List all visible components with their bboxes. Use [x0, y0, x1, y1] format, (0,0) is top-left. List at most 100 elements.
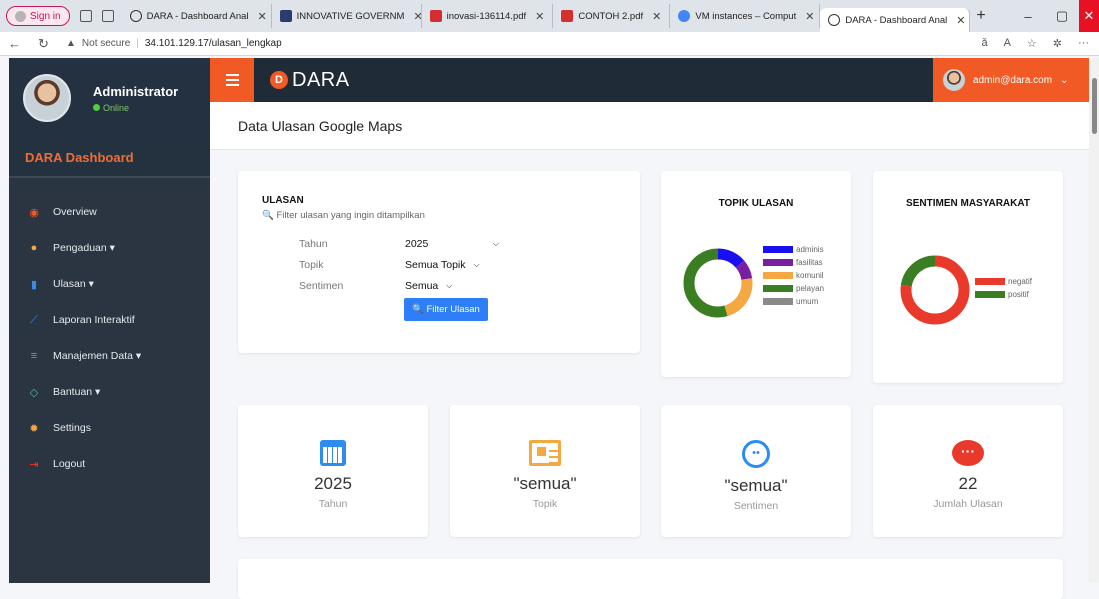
legend-label: pelayan	[796, 284, 825, 293]
topik-select[interactable]: Semua Topik ⌵	[404, 256, 481, 274]
text-size-icon[interactable]: A	[1004, 37, 1011, 50]
reload-icon[interactable]: ↻	[38, 36, 60, 52]
sidebar-item-pengaduan[interactable]: ● Pengaduan ▾	[9, 230, 210, 266]
legend-swatch	[763, 298, 793, 305]
account-avatar	[943, 69, 965, 91]
back-icon[interactable]: ←	[8, 36, 30, 51]
close-tab-icon[interactable]: ✕	[413, 10, 420, 23]
legend-swatch	[763, 246, 793, 253]
browser-tab-active[interactable]: DARA - Dashboard Anal ✕	[820, 8, 971, 32]
legend-swatch	[763, 285, 793, 292]
app-logo[interactable]: D DARA	[270, 69, 350, 92]
topik-label: Topik	[299, 258, 324, 271]
filter-title: ULASAN	[262, 195, 304, 206]
stat-label: Topik	[532, 498, 558, 510]
legend-label: umum	[796, 297, 819, 306]
warning-icon[interactable]: ▲	[66, 38, 76, 49]
chat-icon: ●	[30, 242, 38, 254]
legend-item[interactable]: fasilitas	[763, 256, 824, 269]
chevron-down-icon: ⌄	[1060, 74, 1069, 86]
minimize-icon[interactable]: –	[1011, 9, 1045, 24]
stat-label: Sentimen	[733, 500, 779, 512]
topik-legend: adminis fasilitas komunil pelayan umum	[763, 243, 824, 308]
signin-button[interactable]: Sign in	[6, 6, 70, 26]
chevron-down-icon: ⌵	[446, 280, 453, 290]
legend-item[interactable]: umum	[763, 295, 824, 308]
pdf-icon	[429, 10, 442, 22]
sentimen-select[interactable]: Semua ⌵	[404, 277, 453, 295]
address-bar: ← ↻ ▲ Not secure | 34.101.129.17/ulasan_…	[0, 32, 1099, 56]
browser-tab[interactable]: DARA - Dashboard Anal ✕	[122, 4, 272, 28]
browser-tab[interactable]: CONTOH 2.pdf ✕	[553, 4, 671, 28]
legend-item[interactable]: adminis	[763, 243, 824, 256]
collections-icon[interactable]: ✲	[1053, 37, 1062, 50]
sidebar-brand[interactable]: DARA Dashboard	[9, 138, 210, 178]
sidebar-item-settings[interactable]: ✹ Settings	[9, 410, 210, 446]
diamond-icon: ◇	[29, 386, 39, 399]
chevron-down-icon: ⌵	[473, 259, 480, 269]
scrollbar-thumb[interactable]	[1091, 78, 1097, 134]
browser-tab[interactable]: INNOVATIVE GOVERNM✕	[272, 4, 422, 28]
globe-icon	[828, 14, 841, 26]
chevron-down-icon: ⌵	[492, 238, 499, 248]
legend-label: positif	[1008, 290, 1029, 299]
sidebar-item-manajemen-data[interactable]: ≡ Manajemen Data ▾	[9, 338, 210, 374]
search-icon: 🔍	[412, 304, 424, 315]
pdf-icon	[561, 10, 574, 22]
sidebar-item-ulasan[interactable]: ▮ Ulasan ▾	[9, 266, 210, 302]
divider: |	[136, 38, 139, 49]
tahun-select[interactable]: 2025 ⌵	[404, 235, 500, 253]
sentimen-donut-chart	[900, 255, 970, 325]
cloud-icon	[678, 10, 691, 22]
tab-groups-icon[interactable]	[101, 10, 114, 22]
more-icon[interactable]: ···	[1078, 37, 1089, 50]
favorite-icon[interactable]: ☆	[1027, 37, 1037, 50]
globe-icon	[129, 10, 142, 22]
sidebar-item-logout[interactable]: ⇥ Logout	[9, 446, 210, 482]
palette-icon: ◉	[29, 206, 39, 219]
menu-toggle-icon[interactable]	[210, 58, 254, 102]
chart-title: TOPIK ULASAN	[718, 198, 794, 209]
legend-item[interactable]: komunil	[763, 269, 824, 282]
close-tab-icon[interactable]: ✕	[535, 10, 544, 23]
stat-value: "semua"	[724, 476, 788, 495]
topik-donut-chart	[683, 248, 753, 318]
reviews-table-card	[238, 559, 1063, 599]
url-field[interactable]: 34.101.129.17/ulasan_lengkap	[145, 38, 282, 49]
security-label[interactable]: Not secure	[82, 38, 130, 49]
page-scrollbar[interactable]	[1089, 58, 1099, 583]
legend-label: fasilitas	[796, 258, 823, 267]
tab-actions-icon[interactable]	[79, 10, 92, 22]
close-tab-icon[interactable]: ✕	[258, 10, 267, 23]
legend-item[interactable]: positif	[975, 288, 1032, 301]
sidebar-item-overview[interactable]: ◉ Overview	[9, 194, 210, 230]
window-controls: – ▢ ✕	[1011, 0, 1099, 32]
calendar-icon	[320, 440, 346, 466]
close-tab-icon[interactable]: ✕	[652, 10, 661, 23]
tahun-label: Tahun	[299, 237, 328, 250]
sidebar-item-laporan[interactable]: ⟋ Laporan Interaktif	[9, 302, 210, 338]
database-icon: ≡	[30, 350, 38, 362]
user-panel: Administrator Online	[9, 58, 210, 138]
stat-card-jumlah: ··· 22 Jumlah Ulasan	[873, 405, 1063, 537]
browser-tab[interactable]: inovasi-136114.pdf ✕	[422, 4, 554, 28]
account-menu[interactable]: admin@dara.com ⌄	[933, 58, 1089, 102]
read-aloud-icon[interactable]: ǎ	[981, 37, 987, 50]
restore-icon[interactable]: ▢	[1045, 8, 1079, 24]
filter-button[interactable]: 🔍 Filter Ulasan	[404, 298, 488, 321]
stat-label: Jumlah Ulasan	[933, 498, 1003, 510]
legend-item[interactable]: negatif	[975, 275, 1032, 288]
close-tab-icon[interactable]: ✕	[956, 14, 965, 27]
browser-tab[interactable]: VM instances – Comput ✕	[670, 4, 821, 28]
close-window-icon[interactable]: ✕	[1079, 0, 1099, 32]
sidebar-item-bantuan[interactable]: ◇ Bantuan ▾	[9, 374, 210, 410]
stat-value: 22	[958, 474, 978, 493]
close-tab-icon[interactable]: ✕	[805, 10, 814, 23]
new-tab-icon[interactable]: +	[976, 7, 985, 25]
smile-icon: ••	[742, 440, 770, 468]
sidebar: Administrator Online DARA Dashboard ◉ Ove…	[9, 58, 210, 583]
site-icon	[279, 10, 292, 22]
filter-card: ULASAN 🔍 Filter ulasan yang ingin ditamp…	[238, 171, 640, 353]
comment-icon: ···	[952, 440, 984, 466]
legend-item[interactable]: pelayan	[763, 282, 824, 295]
